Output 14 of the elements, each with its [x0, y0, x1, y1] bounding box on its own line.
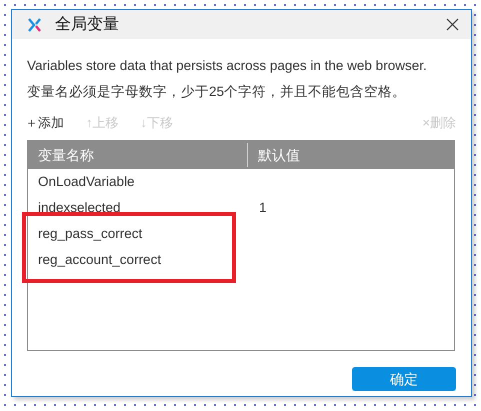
description-text: 变量名必须是字母数字，少于25个字符，并且不能包含空格。 — [27, 83, 408, 101]
default-value-cell-text: 1 — [258, 198, 267, 217]
close-icon[interactable] — [446, 18, 459, 31]
app-logo-icon — [28, 18, 42, 32]
variable-name-cell-text: indexselected — [37, 198, 122, 217]
description-text: Variables store data that persists across pages in the web browser. — [27, 57, 428, 75]
variable-name-cell-text: reg_account_correct — [37, 250, 162, 269]
variable-name-cell-text: OnLoadVariable — [37, 172, 136, 191]
variable-name-cell-text: reg_pass_correct — [37, 224, 144, 243]
column-header: 默认值 — [257, 146, 300, 165]
ok-button[interactable]: 确定 — [352, 367, 456, 391]
column-header: 变量名称 — [28, 143, 248, 167]
window-title: 全局变量 — [55, 14, 119, 34]
add-button[interactable]: ＋添加 — [25, 113, 64, 133]
